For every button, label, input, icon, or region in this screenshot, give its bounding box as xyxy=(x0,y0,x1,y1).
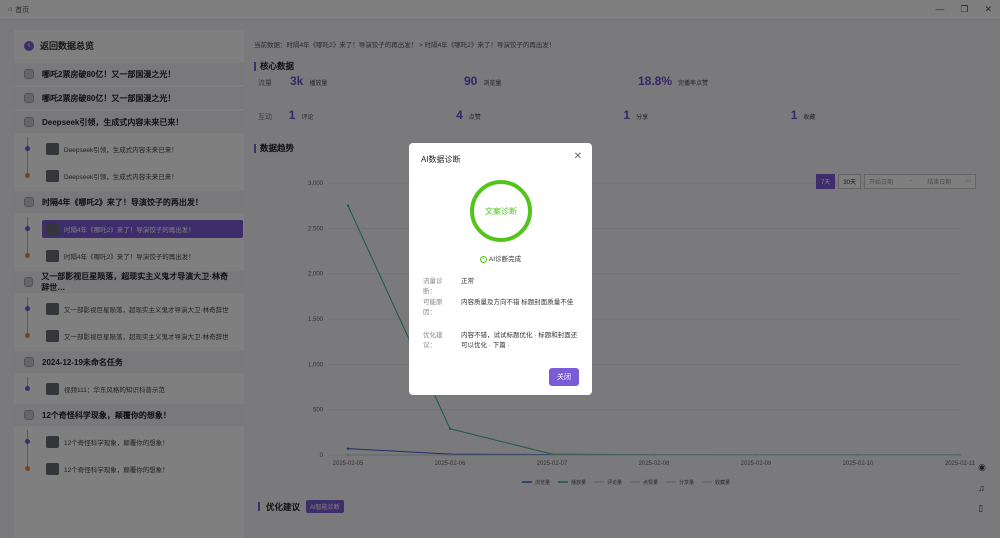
ring-label: 文案诊断 xyxy=(485,206,517,216)
diagnosis-status: ✓ AI诊断完成 xyxy=(479,255,522,263)
result-row: 优化建议： 内容不错，试试标题优化 · 标题和封面还可以优化 · 下篇 · xyxy=(423,332,578,349)
result-row: 可能原因： 内容质量及方向不错 标题封面质量不佳 xyxy=(423,299,574,316)
result-row: 流量诊断： 正常 xyxy=(423,278,474,295)
check-circle-icon: ✓ xyxy=(479,255,487,263)
diagnosis-ring: 文案诊断 xyxy=(470,180,532,242)
close-icon[interactable]: ✕ xyxy=(574,151,582,162)
ai-diagnosis-dialog: AI数据诊断 ✕ 文案诊断 ✓ AI诊断完成 流量诊断： 正常 可能原因： 内容质量及… xyxy=(409,143,592,395)
close-dialog-button[interactable]: 关闭 xyxy=(549,368,579,386)
dialog-title: AI数据诊断 xyxy=(421,155,461,164)
